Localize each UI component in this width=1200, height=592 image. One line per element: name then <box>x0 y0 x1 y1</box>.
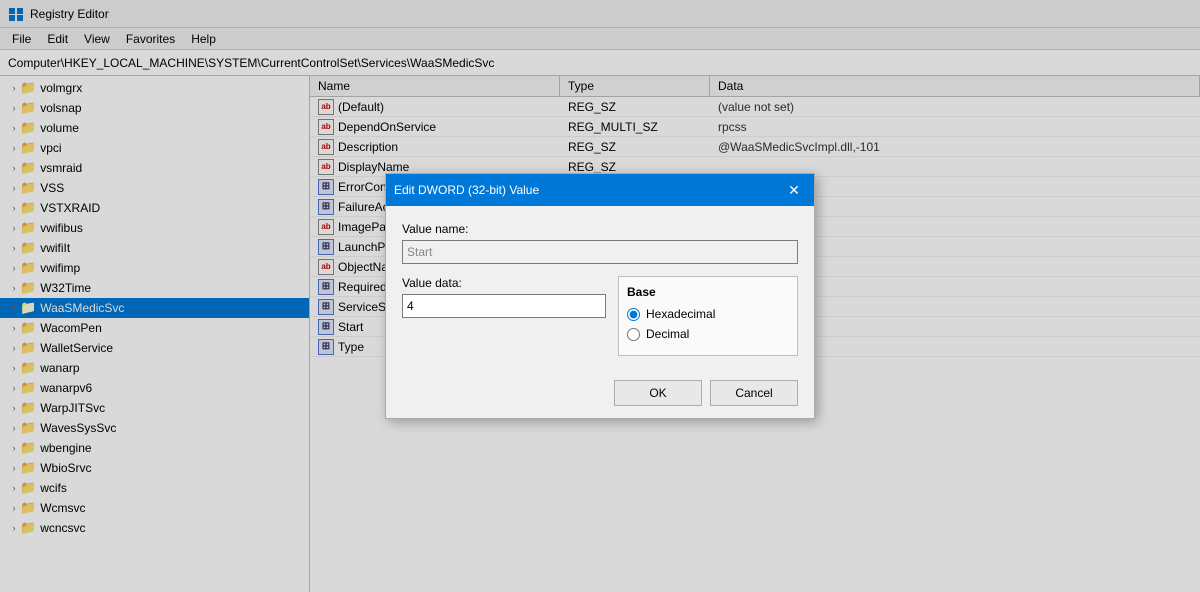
base-label: Base <box>627 285 789 299</box>
ok-button[interactable]: OK <box>614 380 702 406</box>
hexadecimal-radio-label[interactable]: Hexadecimal <box>627 307 789 321</box>
dialog-title-text: Edit DWORD (32-bit) Value <box>394 183 539 197</box>
decimal-radio-label[interactable]: Decimal <box>627 327 789 341</box>
decimal-radio[interactable] <box>627 328 640 341</box>
hexadecimal-label: Hexadecimal <box>646 307 715 321</box>
edit-dword-dialog: Edit DWORD (32-bit) Value ✕ Value name: … <box>385 173 815 419</box>
cancel-button[interactable]: Cancel <box>710 380 798 406</box>
value-name-input[interactable] <box>402 240 798 264</box>
dialog-footer: OK Cancel <box>386 372 814 418</box>
value-data-input[interactable] <box>402 294 606 318</box>
dialog-title-bar: Edit DWORD (32-bit) Value ✕ <box>386 174 814 206</box>
hexadecimal-radio[interactable] <box>627 308 640 321</box>
value-data-section: Value data: <box>402 276 606 356</box>
dialog-close-button[interactable]: ✕ <box>782 178 806 202</box>
decimal-label: Decimal <box>646 327 689 341</box>
dialog-overlay: Edit DWORD (32-bit) Value ✕ Value name: … <box>0 0 1200 592</box>
base-section: Base Hexadecimal Decimal <box>618 276 798 356</box>
value-data-label: Value data: <box>402 276 606 290</box>
dialog-bottom-section: Value data: Base Hexadecimal Decimal <box>402 276 798 356</box>
dialog-body: Value name: Value data: Base Hexadecimal… <box>386 206 814 372</box>
value-name-label: Value name: <box>402 222 798 236</box>
